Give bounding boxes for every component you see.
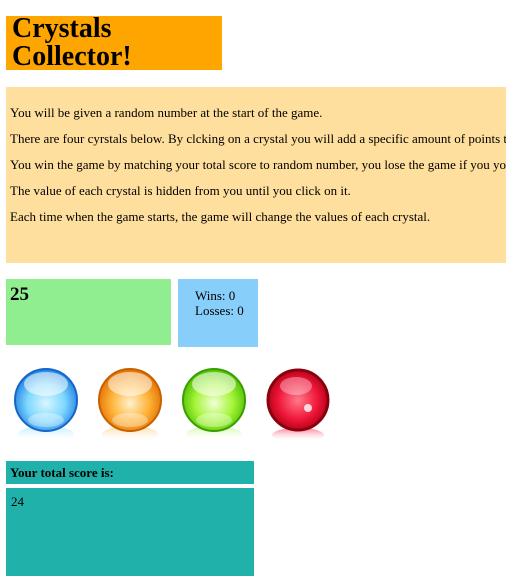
green-crystal-button[interactable] [174, 362, 254, 442]
instruction-line: There are four cyrstals below. By clckin… [10, 131, 506, 146]
orange-crystal-button[interactable] [90, 362, 170, 442]
stats-panel: Wins: 0 Losses: 0 [178, 279, 258, 347]
instructions-panel: You will be given a random number at the… [6, 87, 506, 263]
crystal-row [6, 362, 346, 442]
instruction-line: You win the game by matching your total … [10, 157, 506, 172]
instruction-line: Each time when the game starts, the game… [10, 209, 431, 224]
title-banner: Crystals Collector! [6, 13, 222, 72]
blue-crystal-icon [14, 368, 78, 442]
red-crystal-button[interactable] [258, 362, 338, 442]
total-score-value: 24 [6, 488, 254, 576]
green-crystal-icon [182, 368, 246, 442]
instruction-line: You will be given a random number at the… [10, 105, 323, 120]
orange-crystal-icon [98, 368, 162, 442]
blue-crystal-button[interactable] [6, 362, 86, 442]
red-crystal-icon [266, 368, 330, 442]
wins-counter: Wins: 0 [195, 288, 236, 303]
instruction-line: The value of each crystal is hidden from… [10, 183, 351, 198]
losses-counter: Losses: 0 [195, 303, 244, 318]
total-score-label: Your total score is: [6, 461, 254, 484]
game-title: Crystals Collector! [12, 13, 132, 72]
random-number-display: 25 [6, 279, 171, 345]
